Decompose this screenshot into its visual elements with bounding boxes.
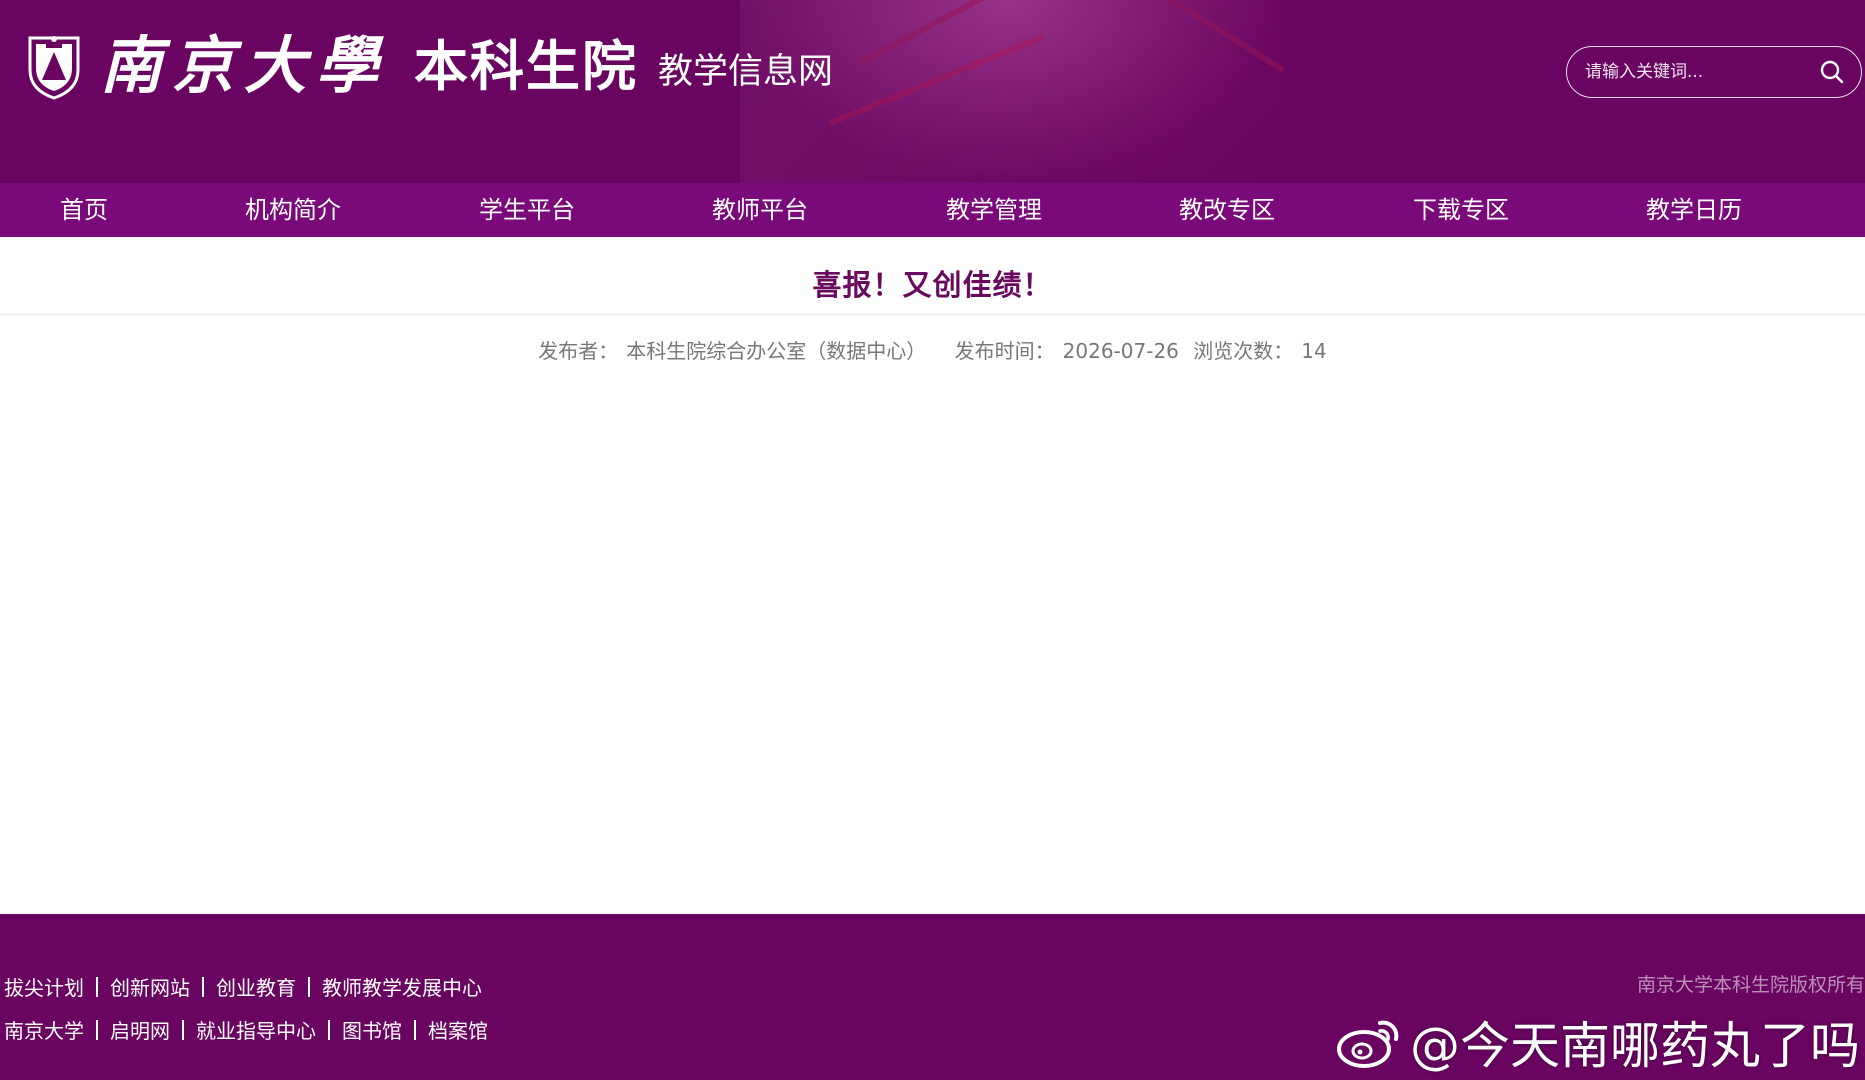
weibo-icon	[1337, 1020, 1399, 1068]
footer-link-library[interactable]: 图书馆	[342, 1015, 402, 1044]
copyright-text: 南京大学本科生院版权所有	[1636, 974, 1865, 996]
weibo-watermark: @今天南哪药丸了吗	[1336, 1006, 1860, 1078]
watermark-text: @今天南哪药丸了吗	[1410, 1017, 1860, 1075]
nav-item-teaching-calendar[interactable]: 教学日历	[1646, 183, 1742, 237]
footer-link-innovation-site[interactable]: 创新网站	[110, 972, 190, 1001]
nav-item-reform-zone[interactable]: 教改专区	[1179, 183, 1275, 237]
main-nav: 首页 机构简介 学生平台 教师平台 教学管理 教改专区 下载专区 教学日历	[0, 183, 1865, 237]
link-separator	[96, 976, 98, 997]
title-divider	[0, 314, 1865, 315]
article-title: 喜报！又创佳绩！	[812, 268, 1053, 302]
link-separator	[202, 976, 204, 997]
search-icon[interactable]	[1819, 59, 1845, 85]
footer-links-row-2: 南京大学 启明网 就业指导中心 图书馆 档案馆	[4, 1015, 488, 1044]
link-separator	[308, 976, 310, 997]
footer-link-career-center[interactable]: 就业指导中心	[196, 1015, 316, 1044]
search-box	[1566, 46, 1862, 98]
footer-link-teacher-development[interactable]: 教师教学发展中心	[322, 972, 482, 1001]
publisher-label: 发布者：	[538, 339, 619, 363]
university-name: 南京大學	[100, 29, 389, 102]
nav-item-teacher-platform[interactable]: 教师平台	[712, 183, 808, 237]
link-separator	[328, 1019, 330, 1040]
link-separator	[96, 1019, 98, 1040]
college-name: 本科生院	[414, 34, 639, 98]
publish-time-label: 发布时间：	[954, 339, 1055, 363]
views-label: 浏览次数：	[1193, 339, 1294, 363]
publish-time-value: 2026-07-26	[1062, 339, 1179, 363]
nav-item-student-platform[interactable]: 学生平台	[479, 183, 575, 237]
link-separator	[182, 1019, 184, 1040]
nav-item-download-zone[interactable]: 下载专区	[1413, 183, 1509, 237]
nav-item-teaching-management[interactable]: 教学管理	[946, 183, 1042, 237]
site-logo[interactable]: 南京大學 本科生院 教学信息网	[26, 30, 833, 102]
publisher-value: 本科生院综合办公室（数据中心）	[626, 339, 927, 363]
search-input[interactable]	[1585, 62, 1819, 82]
nav-item-about[interactable]: 机构简介	[245, 183, 341, 237]
footer-link-entrepreneurship[interactable]: 创业教育	[216, 972, 296, 1001]
site-footer: 拔尖计划 创新网站 创业教育 教师教学发展中心 南京大学 启明网 就业指导中心 …	[0, 914, 1865, 1080]
footer-link-archives[interactable]: 档案馆	[428, 1015, 488, 1044]
article-meta: 发布者： 本科生院综合办公室（数据中心） 发布时间： 2026-07-26 浏览次数…	[0, 335, 1865, 364]
footer-link-nju[interactable]: 南京大学	[4, 1015, 84, 1044]
footer-link-top-talent-program[interactable]: 拔尖计划	[4, 972, 84, 1001]
site-name: 教学信息网	[658, 52, 834, 92]
university-emblem-icon	[28, 36, 80, 100]
views-count: 14	[1301, 339, 1327, 363]
footer-links-row-1: 拔尖计划 创新网站 创业教育 教师教学发展中心	[4, 972, 482, 1001]
site-header: 南京大學 本科生院 教学信息网	[0, 0, 1865, 183]
nav-item-home[interactable]: 首页	[60, 183, 108, 237]
footer-link-qiming[interactable]: 启明网	[110, 1015, 170, 1044]
link-separator	[414, 1019, 416, 1040]
